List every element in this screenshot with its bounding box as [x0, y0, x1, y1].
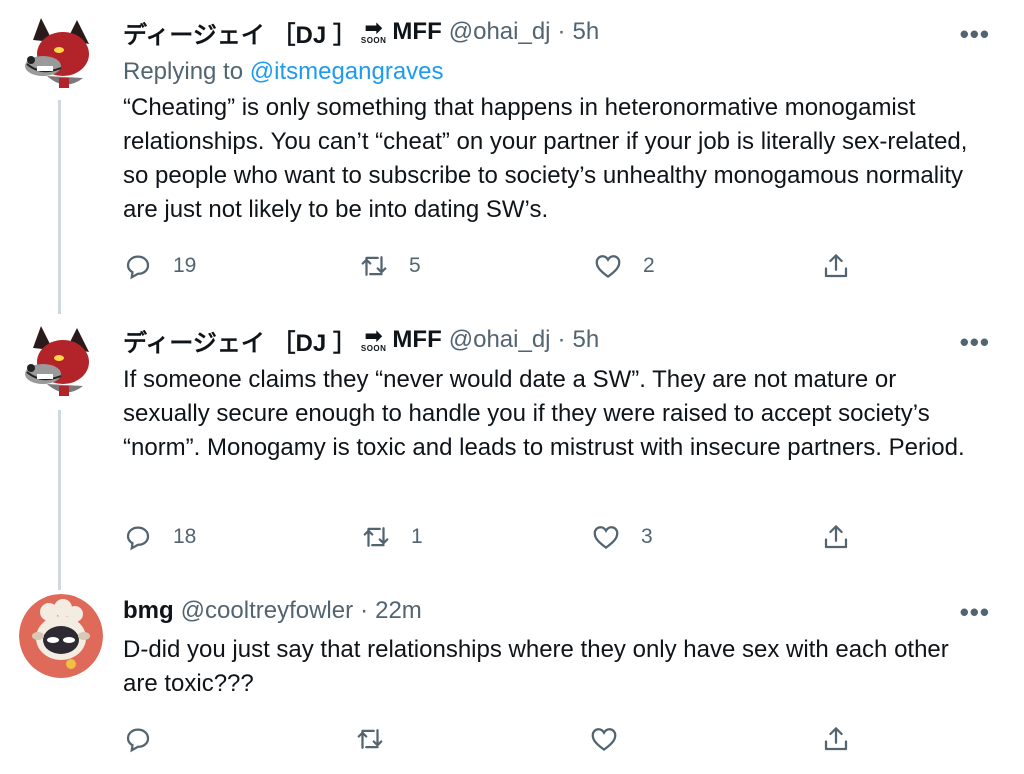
retweet-button[interactable] [355, 723, 385, 755]
tweet-header: ディージェイ ［DJ ］ ➡ SOON MFF @ohai_dj · 5h [123, 323, 599, 357]
tweet-text: “Cheating” is only something that happen… [123, 94, 968, 223]
display-name[interactable]: bmg [123, 597, 174, 625]
separator-dot: · [557, 326, 566, 353]
share-icon [824, 254, 848, 278]
reply-button[interactable] [123, 723, 153, 755]
replying-to: Replying to @itsmegangraves [123, 58, 444, 86]
timestamp[interactable]: 5h [573, 326, 600, 354]
replying-handle-link[interactable]: @itsmegangraves [250, 58, 444, 85]
more-icon[interactable]: ••• [960, 21, 990, 47]
tweet[interactable]: bmg @cooltreyfowler · 22m ••• D-did you … [0, 582, 1024, 774]
tweet[interactable]: ディージェイ ［DJ ］ ➡ SOON MFF @ohai_dj · 5h ••… [0, 0, 1024, 312]
soon-arrow-icon: ➡ SOON [360, 323, 387, 353]
share-icon [824, 727, 848, 751]
user-handle[interactable]: @cooltreyfowler [181, 597, 353, 625]
tweet-text: D-did you just say that relationships wh… [123, 636, 949, 697]
like-count: 2 [643, 254, 655, 277]
user-handle[interactable]: @ohai_dj [449, 18, 551, 46]
tweet-actions: 19 5 2 [123, 250, 883, 282]
retweet-button[interactable]: 5 [359, 250, 421, 282]
tweet-actions: 18 1 3 [123, 521, 883, 553]
like-button[interactable]: 2 [593, 250, 655, 282]
retweet-count: 1 [411, 525, 423, 548]
retweet-count: 5 [409, 254, 421, 277]
display-name-suffix[interactable]: MFF [392, 18, 441, 46]
like-button[interactable]: 3 [591, 521, 653, 553]
retweet-icon [361, 256, 387, 276]
display-name[interactable]: ディージェイ ［DJ ］ [123, 323, 357, 358]
share-button[interactable] [821, 521, 851, 553]
soon-arrow-icon: ➡ SOON [360, 15, 387, 45]
reply-button[interactable]: 18 [123, 521, 196, 553]
more-icon[interactable]: ••• [960, 329, 990, 355]
like-button[interactable] [589, 723, 619, 755]
reply-count: 18 [173, 525, 197, 548]
replying-prefix: Replying to [123, 58, 244, 85]
heart-icon [591, 728, 617, 752]
heart-icon [593, 526, 619, 550]
retweet-icon [357, 729, 383, 749]
timestamp[interactable]: 22m [375, 597, 422, 625]
reply-button[interactable]: 19 [123, 250, 196, 282]
reply-icon [126, 255, 150, 280]
soon-label: SOON [360, 344, 387, 353]
user-handle[interactable]: @ohai_dj [449, 326, 551, 354]
wolf-avatar[interactable] [19, 322, 99, 402]
display-name-suffix[interactable]: MFF [392, 326, 441, 354]
reply-icon [126, 526, 150, 551]
share-icon [824, 525, 848, 549]
reply-icon [126, 728, 150, 753]
tweet-header: ディージェイ ［DJ ］ ➡ SOON MFF @ohai_dj · 5h [123, 15, 599, 49]
share-button[interactable] [821, 723, 851, 755]
tweet-actions [123, 723, 883, 755]
tweet-header: bmg @cooltreyfowler · 22m [123, 594, 422, 628]
share-button[interactable] [821, 250, 851, 282]
timestamp[interactable]: 5h [573, 18, 600, 46]
like-count: 3 [641, 525, 653, 548]
retweet-icon [363, 527, 389, 547]
soon-label: SOON [360, 36, 387, 45]
lamb-avatar[interactable] [19, 594, 103, 678]
more-icon[interactable]: ••• [960, 599, 990, 625]
display-name[interactable]: ディージェイ ［DJ ］ [123, 15, 357, 50]
separator-dot: · [360, 597, 369, 624]
tweet[interactable]: ディージェイ ［DJ ］ ➡ SOON MFF @ohai_dj · 5h ••… [0, 312, 1024, 582]
retweet-button[interactable]: 1 [361, 521, 423, 553]
separator-dot: · [557, 18, 566, 45]
tweet-text: If someone claims they “never would date… [123, 366, 965, 461]
wolf-avatar[interactable] [19, 14, 99, 94]
heart-icon [595, 255, 621, 279]
reply-count: 19 [173, 254, 197, 277]
